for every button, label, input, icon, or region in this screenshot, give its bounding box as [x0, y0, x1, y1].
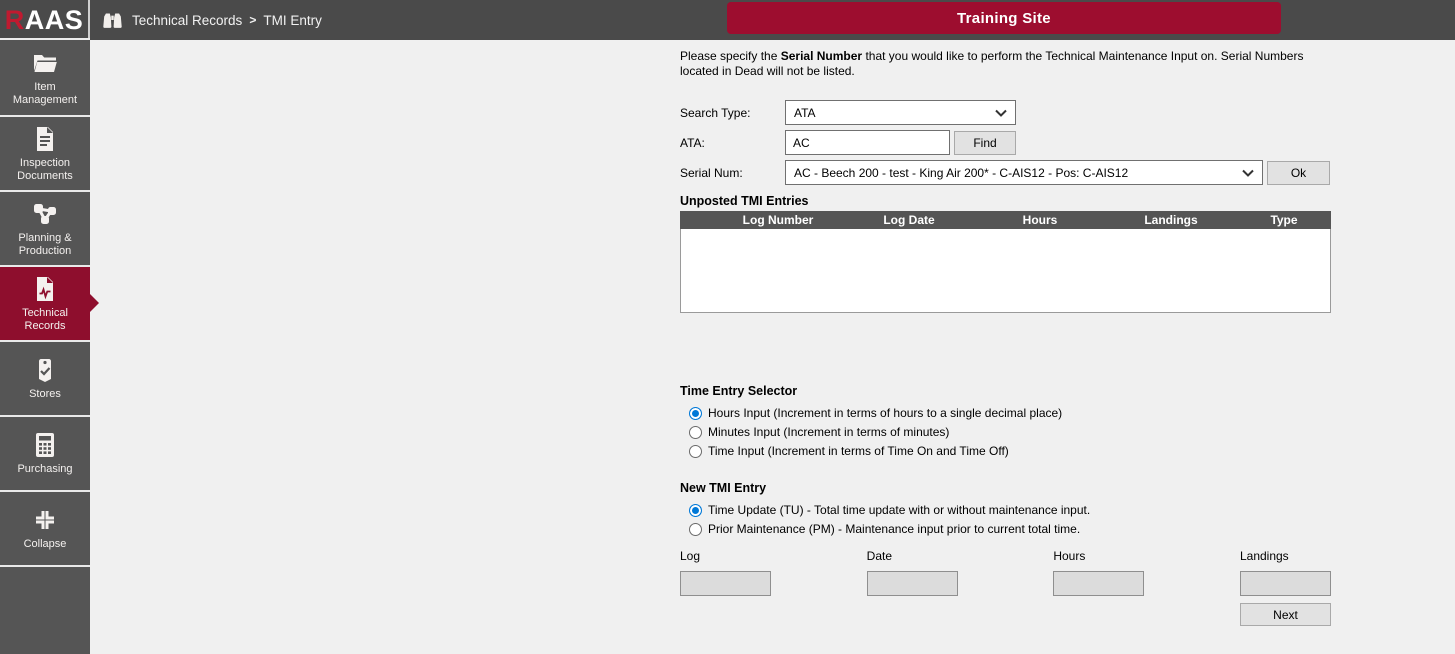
unposted-tmi-title: Unposted TMI Entries [680, 194, 1331, 208]
radio-prior-maintenance[interactable]: Prior Maintenance (PM) - Maintenance inp… [689, 520, 1331, 538]
sidebar-item-label: Planning & Production [18, 232, 71, 258]
breadcrumb: Technical Records > TMI Entry [102, 0, 322, 40]
sidebar-item-collapse[interactable]: Collapse [0, 490, 90, 565]
radio-icon [689, 523, 702, 536]
radio-time-update[interactable]: Time Update (TU) - Total time update wit… [689, 501, 1331, 519]
calculator-icon [35, 431, 55, 459]
radio-label: Minutes Input (Increment in terms of min… [708, 425, 949, 439]
logo-text: AAS [25, 5, 84, 36]
bottom-field-labels: Log Date Hours Landings [680, 549, 1331, 563]
app-logo[interactable]: RAAS [0, 0, 90, 40]
search-type-select[interactable]: ATA [785, 100, 1016, 125]
table-header-row: Log Number Log Date Hours Landings Type [680, 211, 1331, 229]
sidebar-item-item-management[interactable]: Item Management [0, 40, 90, 115]
radio-icon [689, 445, 702, 458]
bottom-fields [680, 571, 1331, 596]
share-nodes-icon [32, 200, 58, 228]
radio-label: Hours Input (Increment in terms of hours… [708, 406, 1062, 420]
top-bar: RAAS Technical Records > TMI Entry Train… [0, 0, 1455, 40]
file-waveform-icon [34, 275, 56, 303]
collapse-arrows-icon [33, 506, 57, 534]
logo-letter-r: R [5, 5, 25, 36]
intro-text: Please specify the Serial Number that yo… [680, 49, 1331, 79]
breadcrumb-page: TMI Entry [263, 13, 322, 28]
sidebar-item-label: Purchasing [17, 463, 72, 476]
date-input[interactable] [867, 571, 958, 596]
log-label: Log [680, 549, 771, 563]
sidebar-item-inspection-documents[interactable]: Inspection Documents [0, 115, 90, 190]
chevron-down-icon [1242, 169, 1254, 177]
serial-num-row: Serial Num: AC - Beech 200 - test - King… [680, 160, 1331, 185]
chevron-down-icon [995, 109, 1007, 117]
sidebar-item-label: Inspection Documents [17, 157, 73, 183]
ok-button[interactable]: Ok [1267, 161, 1330, 185]
table-header-landings[interactable]: Landings [1105, 213, 1237, 227]
sidebar-item-purchasing[interactable]: Purchasing [0, 415, 90, 490]
radio-label: Prior Maintenance (PM) - Maintenance inp… [708, 522, 1080, 536]
tag-check-icon [33, 356, 57, 384]
search-type-label: Search Type: [680, 106, 785, 120]
radio-time-input[interactable]: Time Input (Increment in terms of Time O… [689, 442, 1331, 460]
serial-num-label: Serial Num: [680, 166, 785, 180]
sidebar-item-stores[interactable]: Stores [0, 340, 90, 415]
radio-hours-input[interactable]: Hours Input (Increment in terms of hours… [689, 404, 1331, 422]
sidebar-filler [0, 565, 90, 654]
next-button[interactable]: Next [1240, 603, 1331, 626]
table-header-type[interactable]: Type [1237, 213, 1331, 227]
ata-row: ATA: Find [680, 130, 1331, 155]
table-header-log-date[interactable]: Log Date [843, 213, 975, 227]
binoculars-icon [102, 11, 123, 29]
hours-label: Hours [1053, 549, 1144, 563]
selected-item-arrow [90, 294, 99, 312]
ata-input[interactable] [785, 130, 950, 155]
folder-icon [31, 49, 59, 77]
ata-label: ATA: [680, 136, 785, 150]
logo-underline [0, 38, 90, 40]
breadcrumb-section[interactable]: Technical Records [132, 13, 242, 28]
sidebar-item-label: Collapse [24, 538, 67, 551]
table-body-empty [680, 229, 1331, 313]
radio-label: Time Update (TU) - Total time update wit… [708, 503, 1090, 517]
hours-input[interactable] [1053, 571, 1144, 596]
radio-label: Time Input (Increment in terms of Time O… [708, 444, 1009, 458]
date-label: Date [867, 549, 958, 563]
search-type-row: Search Type: ATA [680, 100, 1331, 125]
bottom-button-row: Next [680, 603, 1331, 626]
radio-icon [689, 426, 702, 439]
sidebar-item-technical-records[interactable]: Technical Records [0, 265, 90, 340]
unposted-tmi-table: Log Number Log Date Hours Landings Type [680, 211, 1331, 313]
table-header-log-number[interactable]: Log Number [713, 213, 843, 227]
radio-minutes-input[interactable]: Minutes Input (Increment in terms of min… [689, 423, 1331, 441]
training-site-banner: Training Site [727, 2, 1281, 34]
landings-label: Landings [1240, 549, 1331, 563]
find-button[interactable]: Find [954, 131, 1016, 155]
sidebar-item-label: Item Management [13, 81, 77, 107]
search-type-value: ATA [794, 106, 816, 120]
radio-icon [689, 407, 702, 420]
sidebar: Item Management Inspection Documents Pla… [0, 40, 90, 654]
sidebar-item-planning-production[interactable]: Planning & Production [0, 190, 90, 265]
time-entry-selector-title: Time Entry Selector [680, 384, 1331, 398]
main-content: Please specify the Serial Number that yo… [90, 40, 1455, 654]
landings-input[interactable] [1240, 571, 1331, 596]
document-lines-icon [34, 125, 56, 153]
table-header-hours[interactable]: Hours [975, 213, 1105, 227]
serial-num-select[interactable]: AC - Beech 200 - test - King Air 200* - … [785, 160, 1263, 185]
new-tmi-entry-title: New TMI Entry [680, 481, 1331, 495]
sidebar-item-label: Stores [29, 388, 61, 401]
serial-num-value: AC - Beech 200 - test - King Air 200* - … [794, 166, 1128, 180]
radio-icon [689, 504, 702, 517]
sidebar-item-label: Technical Records [22, 307, 68, 333]
breadcrumb-separator-icon: > [249, 13, 256, 27]
log-input[interactable] [680, 571, 771, 596]
